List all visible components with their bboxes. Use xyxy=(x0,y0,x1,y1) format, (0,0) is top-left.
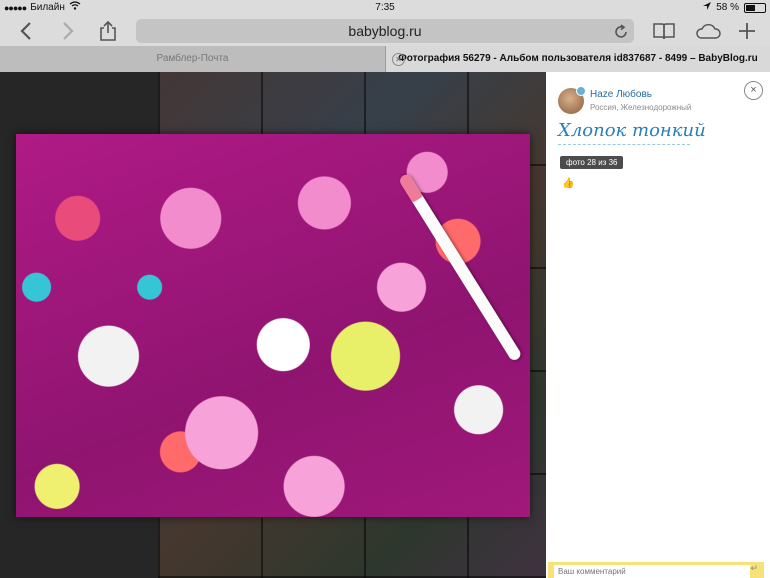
address-bar[interactable]: babyblog.ru xyxy=(136,19,634,43)
tab-rambler-mail[interactable]: Рамблер-Почта xyxy=(0,46,386,72)
url-text: babyblog.ru xyxy=(348,23,422,39)
like-icon[interactable]: 👍 xyxy=(562,178,574,189)
bookmarks-icon[interactable] xyxy=(652,19,676,43)
battery-icon xyxy=(744,3,766,13)
reload-icon[interactable] xyxy=(614,23,628,44)
online-badge-icon xyxy=(576,86,586,96)
tab-title: Фотография 56279 - Альбом пользователя i… xyxy=(398,53,758,64)
fabric-photo[interactable] xyxy=(16,134,530,517)
new-tab-icon[interactable] xyxy=(736,19,758,43)
comment-bar: ↵ xyxy=(548,562,764,578)
marker-pen-image xyxy=(398,172,523,363)
title-underline xyxy=(558,144,690,145)
close-tab-icon[interactable]: ✕ xyxy=(392,53,405,66)
send-comment-icon[interactable]: ↵ xyxy=(750,563,758,574)
tab-babyblog-photo[interactable]: ✕ Фотография 56279 - Альбом пользователя… xyxy=(386,46,770,72)
forward-icon[interactable] xyxy=(56,19,80,43)
location-icon xyxy=(703,0,712,16)
tab-title: Рамблер-Почта xyxy=(156,53,229,64)
photo-counter: фото 28 из 36 xyxy=(560,156,624,169)
browser-toolbar: babyblog.ru xyxy=(0,16,770,46)
back-icon[interactable] xyxy=(14,19,38,43)
comment-input[interactable] xyxy=(554,565,750,578)
close-viewer-button[interactable]: × xyxy=(744,81,763,100)
status-bar: ●●●●● Билайн 7:35 58 % xyxy=(0,0,770,16)
clock: 7:35 xyxy=(375,2,395,13)
battery-percent: 58 % xyxy=(716,2,739,13)
share-icon[interactable] xyxy=(96,19,120,43)
user-location: Россия, Железнодорожный xyxy=(590,103,692,112)
photo-title: Хлопок тонкий xyxy=(558,120,706,141)
icloud-tabs-icon[interactable] xyxy=(694,19,722,43)
photo-info-panel: Haze Любовь Россия, Железнодорожный × Хл… xyxy=(546,72,770,578)
tab-bar: Рамблер-Почта ✕ Фотография 56279 - Альбо… xyxy=(0,46,770,72)
user-name-link[interactable]: Haze Любовь xyxy=(590,89,652,100)
